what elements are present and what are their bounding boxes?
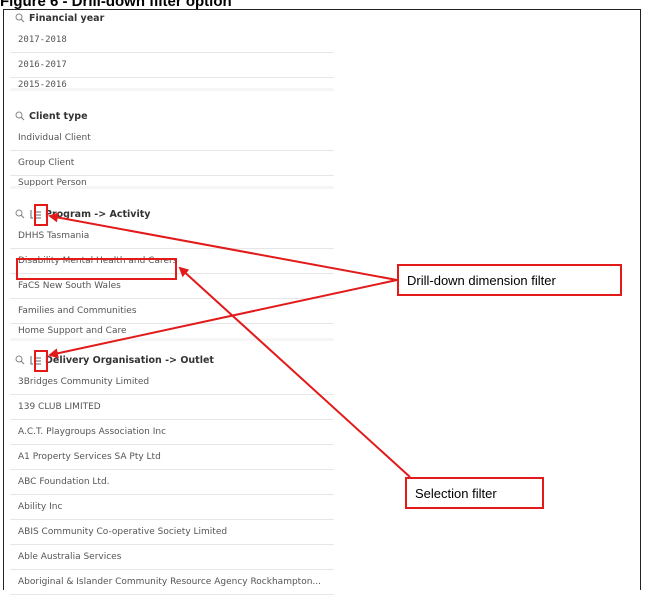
drilldown-callout-text: Drill-down dimension filter xyxy=(407,272,556,288)
delivery-organisation-header[interactable]: Delivery Organisation -> Outlet xyxy=(10,350,334,370)
selected-item-highlight xyxy=(16,258,177,280)
list-item[interactable]: 139 CLUB LIMITED xyxy=(10,395,334,420)
financial-year-header[interactable]: Financial year xyxy=(10,8,334,28)
client-type-filter[interactable]: Client type Individual Client Group Clie… xyxy=(10,106,334,189)
list-item[interactable]: ABC Foundation Ltd. xyxy=(10,470,334,495)
list-item[interactable]: Able Australia Services xyxy=(10,545,334,570)
selection-callout-text: Selection filter xyxy=(415,485,497,501)
list-item[interactable]: A.C.T. Playgroups Association Inc xyxy=(10,420,334,445)
search-icon[interactable] xyxy=(15,209,25,219)
list-item[interactable]: Group Client xyxy=(10,151,334,176)
search-icon[interactable] xyxy=(15,355,25,365)
financial-year-filter[interactable]: Financial year 2017-2018 2016-2017 2015-… xyxy=(10,8,334,91)
search-icon[interactable] xyxy=(15,111,25,121)
list-item[interactable]: 2015-2016 xyxy=(10,78,334,88)
delivery-organisation-title: Delivery Organisation -> Outlet xyxy=(45,354,214,366)
list-item[interactable]: Individual Client xyxy=(10,126,334,151)
drill-down-icon-highlight xyxy=(34,350,48,372)
financial-year-title: Financial year xyxy=(29,12,105,24)
list-item[interactable]: Support Person xyxy=(10,176,334,186)
list-item[interactable]: Families and Communities xyxy=(10,299,334,324)
list-item[interactable]: 3Bridges Community Limited xyxy=(10,370,334,395)
program-activity-header[interactable]: Program -> Activity xyxy=(10,204,334,224)
selection-callout: Selection filter xyxy=(405,477,544,509)
client-type-header[interactable]: Client type xyxy=(10,106,334,126)
search-icon[interactable] xyxy=(15,13,25,23)
list-item[interactable]: 2017-2018 xyxy=(10,28,334,53)
client-type-title: Client type xyxy=(29,110,88,122)
drilldown-callout: Drill-down dimension filter xyxy=(397,264,622,296)
scroll-fade xyxy=(10,88,334,91)
list-item[interactable]: DHHS Tasmania xyxy=(10,224,334,249)
drill-down-icon-highlight xyxy=(34,204,48,226)
list-item[interactable]: 2016-2017 xyxy=(10,53,334,78)
list-item[interactable]: Aboriginal & Islander Community Resource… xyxy=(10,570,334,595)
list-item[interactable]: Ability Inc xyxy=(10,495,334,520)
list-item[interactable]: Home Support and Care xyxy=(10,324,334,338)
scroll-fade xyxy=(10,186,334,189)
list-item[interactable]: ABIS Community Co-operative Society Limi… xyxy=(10,520,334,545)
program-activity-title: Program -> Activity xyxy=(45,208,151,220)
delivery-organisation-filter[interactable]: Delivery Organisation -> Outlet 3Bridges… xyxy=(10,350,334,595)
scroll-fade xyxy=(10,338,334,341)
list-item[interactable]: A1 Property Services SA Pty Ltd xyxy=(10,445,334,470)
